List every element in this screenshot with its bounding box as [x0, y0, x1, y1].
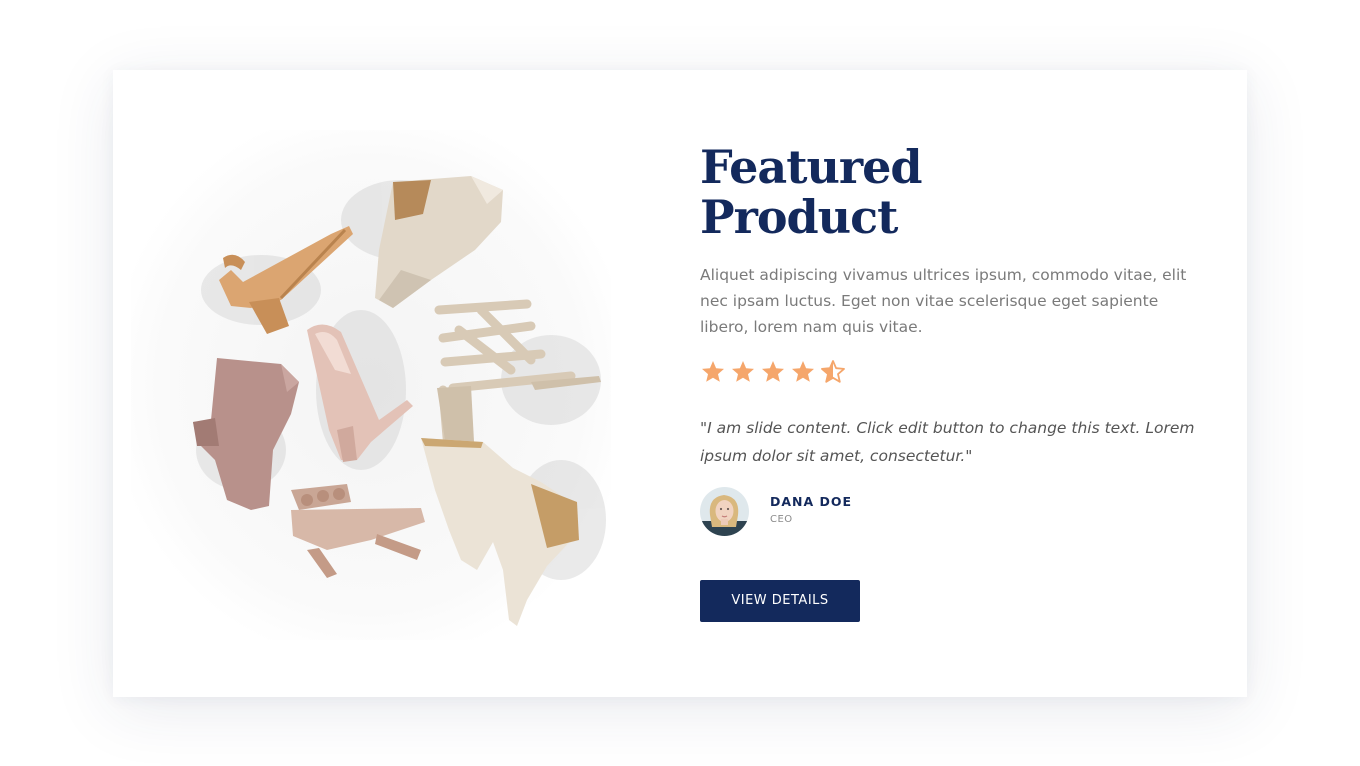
page-title: Featured Product: [700, 142, 1200, 242]
author-name: DANA DOE: [770, 494, 853, 509]
testimonial-quote: "I am slide content. Click edit button t…: [700, 419, 1195, 465]
product-description: Aliquet adipiscing vivamus ultrices ipsu…: [700, 266, 1187, 336]
star-half-icon: [821, 360, 845, 383]
view-details-button[interactable]: VIEW DETAILS: [700, 580, 860, 622]
star-full-icon: [732, 361, 754, 382]
star-full-icon: [762, 361, 784, 382]
product-content: Featured Product Aliquet adipiscing viva…: [700, 142, 1200, 622]
star-full-icon: [792, 361, 814, 382]
author-role: CEO: [770, 514, 793, 525]
title-line-2: Product: [700, 190, 898, 244]
featured-product-card: Featured Product Aliquet adipiscing viva…: [113, 70, 1247, 697]
testimonial-author: DANA DOE CEO: [700, 486, 1200, 536]
star-full-icon: [702, 361, 724, 382]
star-rating: [700, 358, 1200, 386]
author-info: DANA DOE CEO: [770, 494, 852, 528]
title-line-1: Featured: [700, 140, 923, 194]
product-image: [131, 130, 611, 640]
avatar: [700, 486, 749, 536]
